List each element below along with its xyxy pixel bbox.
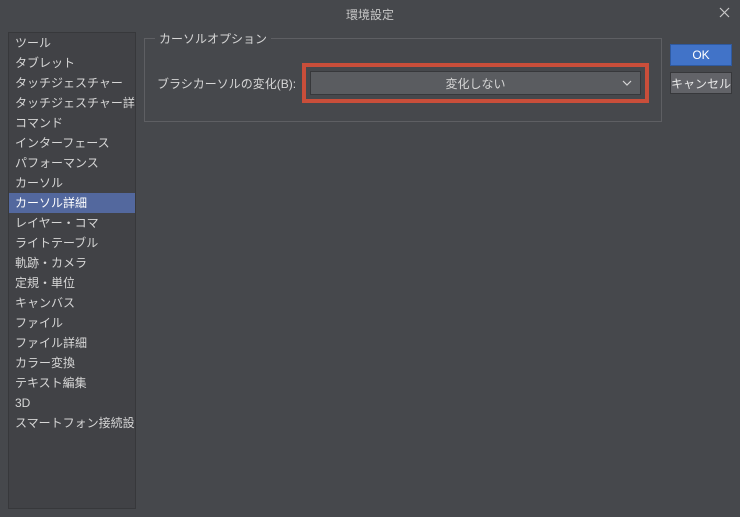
ok-button[interactable]: OK [670, 44, 732, 66]
sidebar-item-2[interactable]: タッチジェスチャー [9, 73, 135, 93]
sidebar-item-10[interactable]: ライトテーブル [9, 233, 135, 253]
sidebar-item-4[interactable]: コマンド [9, 113, 135, 133]
sidebar-item-18[interactable]: 3D [9, 393, 135, 413]
sidebar-item-1[interactable]: タブレット [9, 53, 135, 73]
sidebar-item-11[interactable]: 軌跡・カメラ [9, 253, 135, 273]
sidebar: ツールタブレットタッチジェスチャータッチジェスチャー詳細コマンドインターフェース… [8, 32, 136, 509]
sidebar-item-9[interactable]: レイヤー・コマ [9, 213, 135, 233]
chevron-down-icon [622, 80, 632, 86]
dialog-title: 環境設定 [346, 6, 394, 23]
brush-cursor-value: 変化しない [446, 75, 506, 92]
close-icon [719, 7, 730, 21]
brush-cursor-highlight: 変化しない [302, 63, 649, 103]
dialog-content: ツールタブレットタッチジェスチャータッチジェスチャー詳細コマンドインターフェース… [0, 28, 740, 517]
main-panel: カーソルオプション ブラシカーソルの変化(B): 変化しない [144, 32, 662, 509]
sidebar-item-19[interactable]: スマートフォン接続設定 [9, 413, 135, 433]
sidebar-item-12[interactable]: 定規・単位 [9, 273, 135, 293]
cursor-options-fieldset: カーソルオプション ブラシカーソルの変化(B): 変化しない [144, 38, 662, 122]
sidebar-item-6[interactable]: パフォーマンス [9, 153, 135, 173]
sidebar-item-3[interactable]: タッチジェスチャー詳細 [9, 93, 135, 113]
sidebar-item-0[interactable]: ツール [9, 33, 135, 53]
sidebar-item-8[interactable]: カーソル詳細 [9, 193, 135, 213]
sidebar-item-7[interactable]: カーソル [9, 173, 135, 193]
titlebar: 環境設定 [0, 0, 740, 28]
brush-cursor-select[interactable]: 変化しない [310, 71, 641, 95]
sidebar-item-13[interactable]: キャンバス [9, 293, 135, 313]
sidebar-item-17[interactable]: テキスト編集 [9, 373, 135, 393]
sidebar-item-15[interactable]: ファイル詳細 [9, 333, 135, 353]
brush-cursor-label: ブラシカーソルの変化(B): [157, 75, 296, 92]
button-column: OK キャンセル [670, 32, 732, 509]
brush-cursor-row: ブラシカーソルの変化(B): 変化しない [157, 63, 649, 103]
cancel-button[interactable]: キャンセル [670, 72, 732, 94]
sidebar-item-5[interactable]: インターフェース [9, 133, 135, 153]
sidebar-item-14[interactable]: ファイル [9, 313, 135, 333]
close-button[interactable] [708, 0, 740, 28]
fieldset-legend: カーソルオプション [155, 30, 271, 47]
sidebar-item-16[interactable]: カラー変換 [9, 353, 135, 373]
